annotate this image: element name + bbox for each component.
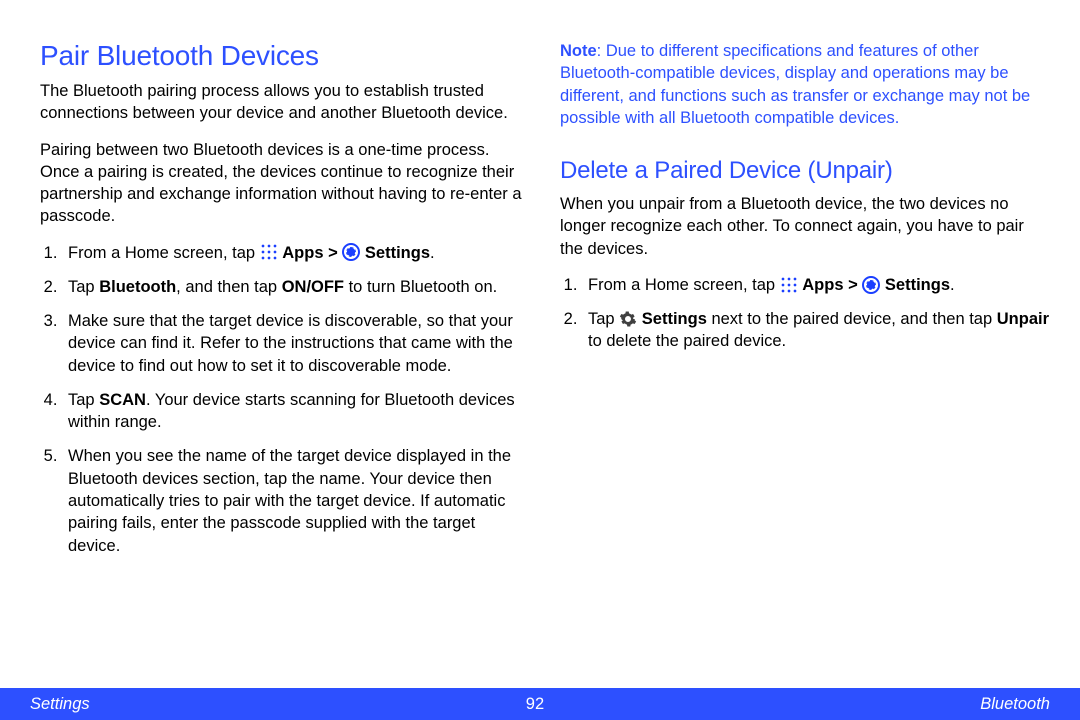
settings-target-icon bbox=[862, 276, 880, 294]
step-text: to delete the paired device. bbox=[588, 332, 786, 350]
pair-step-5: When you see the name of the target devi… bbox=[62, 445, 530, 556]
settings-target-icon bbox=[342, 243, 360, 261]
left-column: Pair Bluetooth Devices The Bluetooth pai… bbox=[40, 40, 530, 680]
onoff-label: ON/OFF bbox=[282, 278, 344, 296]
footer-left: Settings bbox=[30, 695, 90, 714]
apps-label: Apps bbox=[802, 276, 843, 294]
apps-label: Apps bbox=[282, 244, 323, 262]
step-text: Tap bbox=[588, 310, 619, 328]
settings-label: Settings bbox=[642, 310, 707, 328]
step-text: Tap bbox=[68, 391, 99, 409]
settings-label: Settings bbox=[365, 244, 430, 262]
pair-step-4: Tap SCAN. Your device starts scanning fo… bbox=[62, 389, 530, 434]
page-footer: Settings 92 Bluetooth bbox=[0, 688, 1080, 720]
step-text: next to the paired device, and then tap bbox=[707, 310, 997, 328]
gear-icon bbox=[619, 310, 637, 328]
gt-text: > bbox=[324, 244, 343, 262]
step-text: to turn Bluetooth on. bbox=[344, 278, 497, 296]
unpair-label: Unpair bbox=[997, 310, 1049, 328]
step-text: From a Home screen, tap bbox=[588, 276, 780, 294]
gt-text: > bbox=[844, 276, 863, 294]
footer-page-number: 92 bbox=[526, 695, 544, 714]
unpair-steps-list: From a Home screen, tap Apps > Settings.… bbox=[560, 274, 1050, 353]
unpair-heading: Delete a Paired Device (Unpair) bbox=[560, 157, 1050, 185]
pair-step-3: Make sure that the target device is disc… bbox=[62, 310, 530, 377]
apps-grid-icon bbox=[260, 243, 278, 261]
footer-right: Bluetooth bbox=[980, 695, 1050, 714]
page-content: Pair Bluetooth Devices The Bluetooth pai… bbox=[0, 0, 1080, 680]
note-paragraph: Note: Due to different specifications an… bbox=[560, 40, 1050, 129]
scan-label: SCAN bbox=[99, 391, 146, 409]
pair-steps-list: From a Home screen, tap Apps > Settings.… bbox=[40, 242, 530, 557]
note-body: : Due to different specifications and fe… bbox=[560, 42, 1030, 127]
step-text: , and then tap bbox=[176, 278, 282, 296]
apps-grid-icon bbox=[780, 276, 798, 294]
pair-step-2: Tap Bluetooth, and then tap ON/OFF to tu… bbox=[62, 276, 530, 298]
settings-label: Settings bbox=[885, 276, 950, 294]
right-column: Note: Due to different specifications an… bbox=[560, 40, 1050, 680]
pair-step-1: From a Home screen, tap Apps > Settings. bbox=[62, 242, 530, 264]
unpair-step-2: Tap Settings next to the paired device, … bbox=[582, 308, 1050, 353]
step-end: . bbox=[430, 244, 435, 262]
unpair-intro: When you unpair from a Bluetooth device,… bbox=[560, 193, 1050, 260]
intro-paragraph-1: The Bluetooth pairing process allows you… bbox=[40, 80, 530, 125]
pair-heading: Pair Bluetooth Devices bbox=[40, 40, 530, 72]
bluetooth-label: Bluetooth bbox=[99, 278, 176, 296]
step-text: Tap bbox=[68, 278, 99, 296]
step-text: From a Home screen, tap bbox=[68, 244, 260, 262]
intro-paragraph-2: Pairing between two Bluetooth devices is… bbox=[40, 139, 530, 228]
step-end: . bbox=[950, 276, 955, 294]
note-label: Note bbox=[560, 42, 597, 60]
unpair-step-1: From a Home screen, tap Apps > Settings. bbox=[582, 274, 1050, 296]
